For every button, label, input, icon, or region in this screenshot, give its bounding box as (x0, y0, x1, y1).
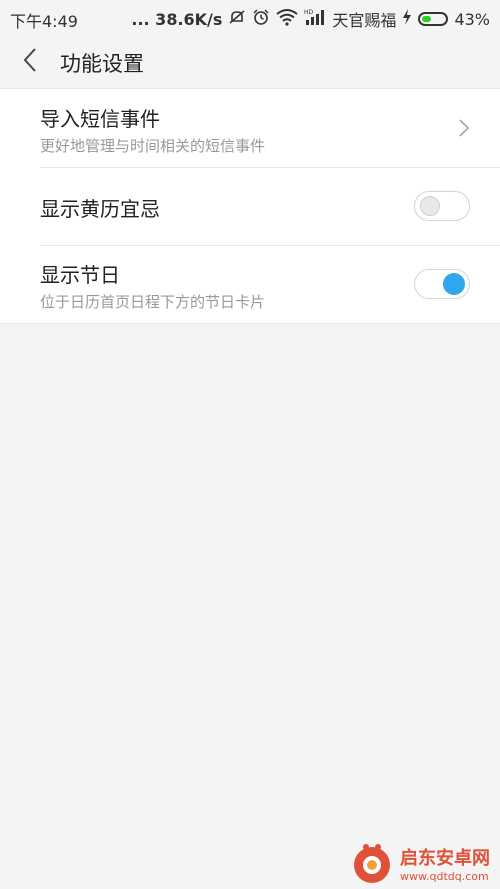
carrier-name: 天官赐福 (332, 11, 397, 30)
setting-title: 导入短信事件 (40, 107, 160, 131)
svg-text:HD: HD (304, 9, 314, 16)
charging-icon (402, 9, 412, 29)
alarm-icon (252, 8, 270, 30)
setting-title: 显示黄历宜忌 (40, 197, 160, 221)
watermark: 启东安卓网 www.qdtdq.com (350, 841, 490, 885)
watermark-name: 启东安卓网 (400, 847, 490, 869)
title-bar: 功能设置 (0, 36, 500, 88)
chevron-right-icon (454, 117, 474, 139)
watermark-url: www.qdtdq.com (400, 869, 489, 883)
setting-subtitle: 更好地管理与时间相关的短信事件 (40, 137, 266, 155)
status-bar: 下午4:49 ... 38.6K/s HD 天官赐福 43% (0, 0, 500, 36)
setting-import-sms-events[interactable]: 导入短信事件 更好地管理与时间相关的短信事件 (0, 89, 500, 167)
network-speed: ... 38.6K/s (131, 9, 223, 29)
watermark-logo-icon (350, 841, 394, 885)
setting-show-holidays: 显示节日 位于日历首页日程下方的节日卡片 (0, 245, 500, 323)
wifi-icon (276, 8, 299, 30)
setting-subtitle: 位于日历首页日程下方的节日卡片 (40, 293, 266, 311)
toggle-knob (443, 273, 465, 295)
page-title: 功能设置 (60, 52, 144, 76)
settings-list: 导入短信事件 更好地管理与时间相关的短信事件 显示黄历宜忌 显示节日 位于日历首… (0, 88, 500, 324)
mute-icon (228, 8, 246, 30)
setting-title: 显示节日 (40, 263, 120, 287)
battery-icon (418, 12, 449, 26)
chevron-left-icon (22, 47, 38, 77)
hd-signal-icon: HD (304, 8, 326, 30)
status-time: 下午4:49 (10, 12, 78, 31)
toggle-knob (420, 196, 440, 216)
setting-show-almanac: 显示黄历宜忌 (0, 167, 500, 245)
battery-percent: 43% (454, 9, 490, 29)
holidays-toggle[interactable] (414, 269, 470, 299)
almanac-toggle[interactable] (414, 191, 470, 221)
battery-level (422, 16, 432, 22)
back-button[interactable] (14, 46, 46, 78)
status-right-group: ... 38.6K/s HD 天官赐福 43% (131, 7, 490, 31)
